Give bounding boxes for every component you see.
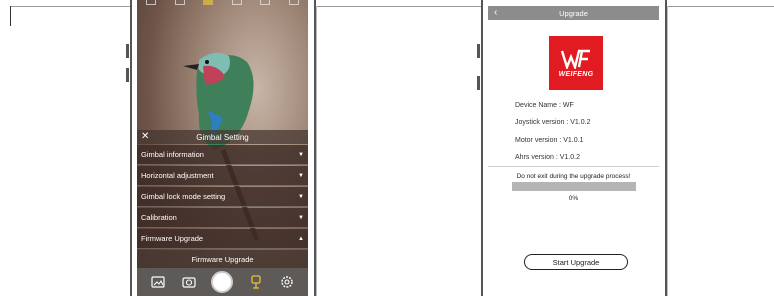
logo-text: WEIFENG [558, 70, 594, 78]
menu-item-gimbal-information[interactable]: Gimbal information ▼ [137, 145, 308, 165]
menu-item-gimbal-lock-mode[interactable]: Gimbal lock mode setting ▼ [137, 187, 308, 207]
menu-item-label: Calibration [141, 213, 177, 222]
close-icon[interactable]: ✕ [141, 131, 149, 142]
bottom-control-bar [137, 268, 308, 296]
gimbal-icon[interactable] [248, 274, 264, 290]
toolbar-icon[interactable] [231, 0, 242, 5]
menu-item-firmware-upgrade[interactable]: Firmware Upgrade ▲ [137, 229, 308, 249]
weifeng-logo: WEIFENG [549, 36, 603, 90]
camera-switch-icon[interactable] [181, 274, 197, 290]
menu-item-label: Firmware Upgrade [141, 234, 204, 243]
menu-item-calibration[interactable]: Calibration ▼ [137, 208, 308, 228]
phone-side-button [126, 44, 129, 58]
gallery-icon[interactable] [150, 274, 166, 290]
device-name: Device Name : WF [515, 102, 574, 109]
menu-item-label: Gimbal lock mode setting [141, 192, 226, 201]
firmware-upgrade-button[interactable]: Firmware Upgrade [137, 250, 308, 268]
canvas: ✕ Gimbal Setting Gimbal information ▼ Ho… [0, 0, 774, 296]
gimbal-menu: Gimbal information ▼ Horizontal adjustme… [137, 145, 308, 268]
chevron-down-icon: ▼ [298, 151, 304, 158]
upgrade-warning: Do not exit during the upgrade process! [516, 173, 631, 180]
phone-side-button [477, 76, 480, 90]
left-screen: ✕ Gimbal Setting Gimbal information ▼ Ho… [137, 0, 308, 296]
menu-item-label: Gimbal information [141, 150, 204, 159]
top-toolbar [137, 0, 308, 8]
chevron-up-icon: ▲ [298, 235, 304, 242]
phone-side-button [126, 68, 129, 82]
upgrade-progress-bar [512, 182, 636, 191]
toolbar-icon[interactable] [146, 0, 157, 5]
upgrade-header: ‹ Upgrade [488, 6, 659, 20]
chevron-down-icon: ▼ [298, 214, 304, 221]
corner-mark [10, 6, 11, 26]
menu-item-label: Horizontal adjustment [141, 171, 214, 180]
menu-item-horizontal-adjustment[interactable]: Horizontal adjustment ▼ [137, 166, 308, 186]
gimbal-setting-title: Gimbal Setting [196, 132, 249, 142]
shutter-button[interactable] [211, 271, 234, 293]
chevron-down-icon: ▼ [298, 193, 304, 200]
divider-line [667, 6, 668, 296]
right-screen: ‹ Upgrade WEIFENG Device Name : WF Joyst… [488, 6, 659, 296]
ahrs-version: Ahrs version : V1.0.2 [515, 154, 580, 161]
toolbar-icon[interactable] [174, 0, 185, 5]
toolbar-icon[interactable] [260, 0, 271, 5]
joystick-version: Joystick version : V1.0.2 [515, 119, 591, 126]
start-upgrade-button[interactable]: Start Upgrade [524, 254, 628, 270]
progress-percent: 0% [568, 195, 579, 202]
gimbal-setting-header: ✕ Gimbal Setting [137, 130, 308, 144]
section-divider [488, 166, 659, 167]
back-icon[interactable]: ‹ [494, 7, 497, 18]
chevron-down-icon: ▼ [298, 172, 304, 179]
divider-line [316, 6, 317, 296]
wf-logo-mark [560, 49, 590, 69]
motor-version: Motor version : V1.0.1 [515, 137, 584, 144]
settings-gear-icon[interactable] [279, 274, 295, 290]
toolbar-icon[interactable] [288, 0, 299, 5]
phone-side-button [477, 44, 480, 58]
toolbar-icon-active[interactable] [203, 0, 214, 5]
upgrade-title: Upgrade [559, 8, 588, 18]
